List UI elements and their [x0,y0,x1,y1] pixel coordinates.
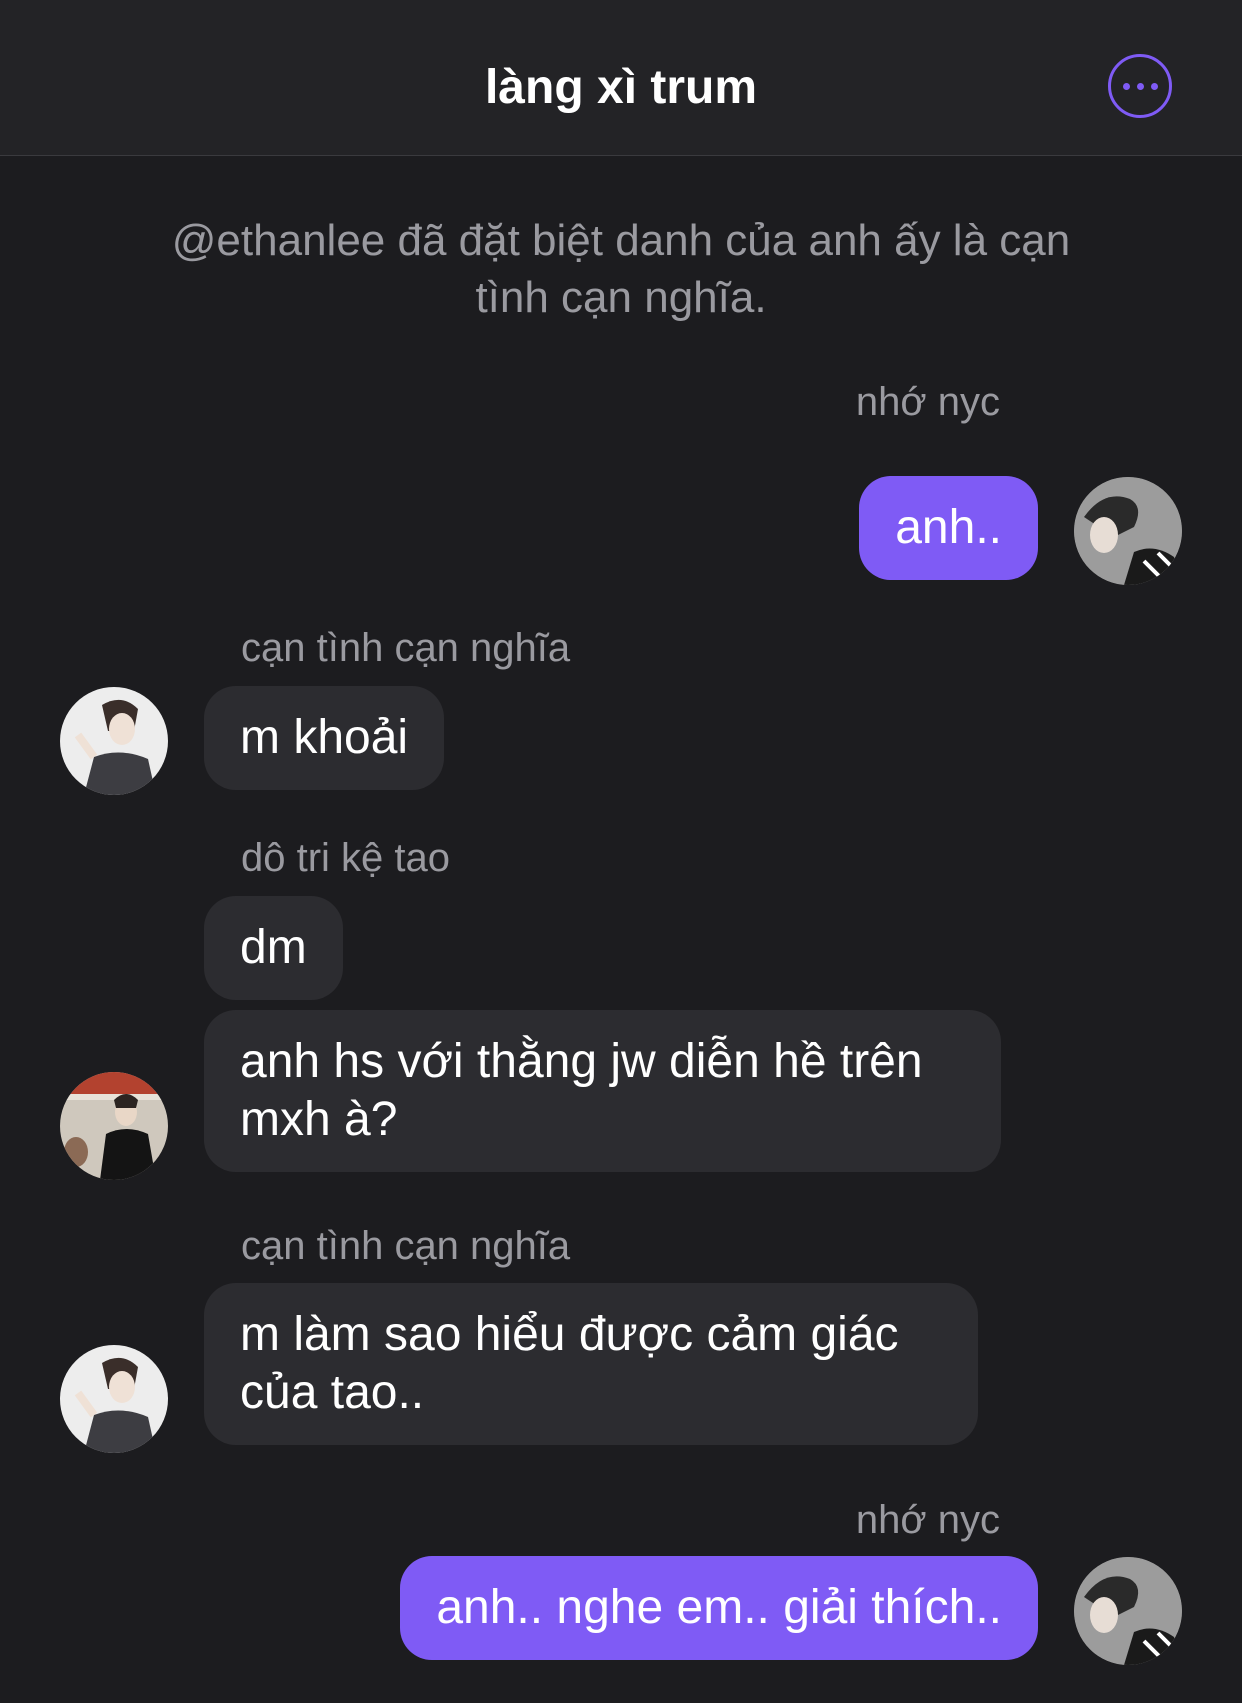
sender-name: cạn tình cạn nghĩa [241,626,571,670]
sender-name: dô tri kệ tao [241,836,451,880]
sender-name: nhớ nyc [855,380,1000,424]
message-bubble[interactable]: dm [204,896,343,1000]
sender-name: nhớ nyc [855,1498,1000,1542]
message-bubble[interactable]: anh hs với thằng jw diễn hề trên mxh à? [204,1010,1001,1172]
avatar[interactable] [60,1345,168,1453]
message-bubble[interactable]: anh.. [859,476,1038,580]
message-bubble[interactable]: anh.. nghe em.. giải thích.. [400,1556,1038,1660]
message-bubble[interactable]: m làm sao hiểu được cảm giác của tao.. [204,1283,978,1445]
avatar[interactable] [1074,477,1182,585]
chat-header: làng xì trum [0,0,1242,156]
avatar[interactable] [1074,1557,1182,1665]
system-message: @ethanlee đã đặt biệt danh của anh ấy là… [171,216,1071,322]
message-bubble[interactable]: m khoải [204,686,445,790]
more-options-icon[interactable] [1108,54,1172,118]
chat-title: làng xì trum [484,61,758,114]
avatar[interactable] [60,687,168,795]
sender-name: cạn tình cạn nghĩa [241,1224,571,1268]
avatar[interactable] [60,1072,168,1180]
